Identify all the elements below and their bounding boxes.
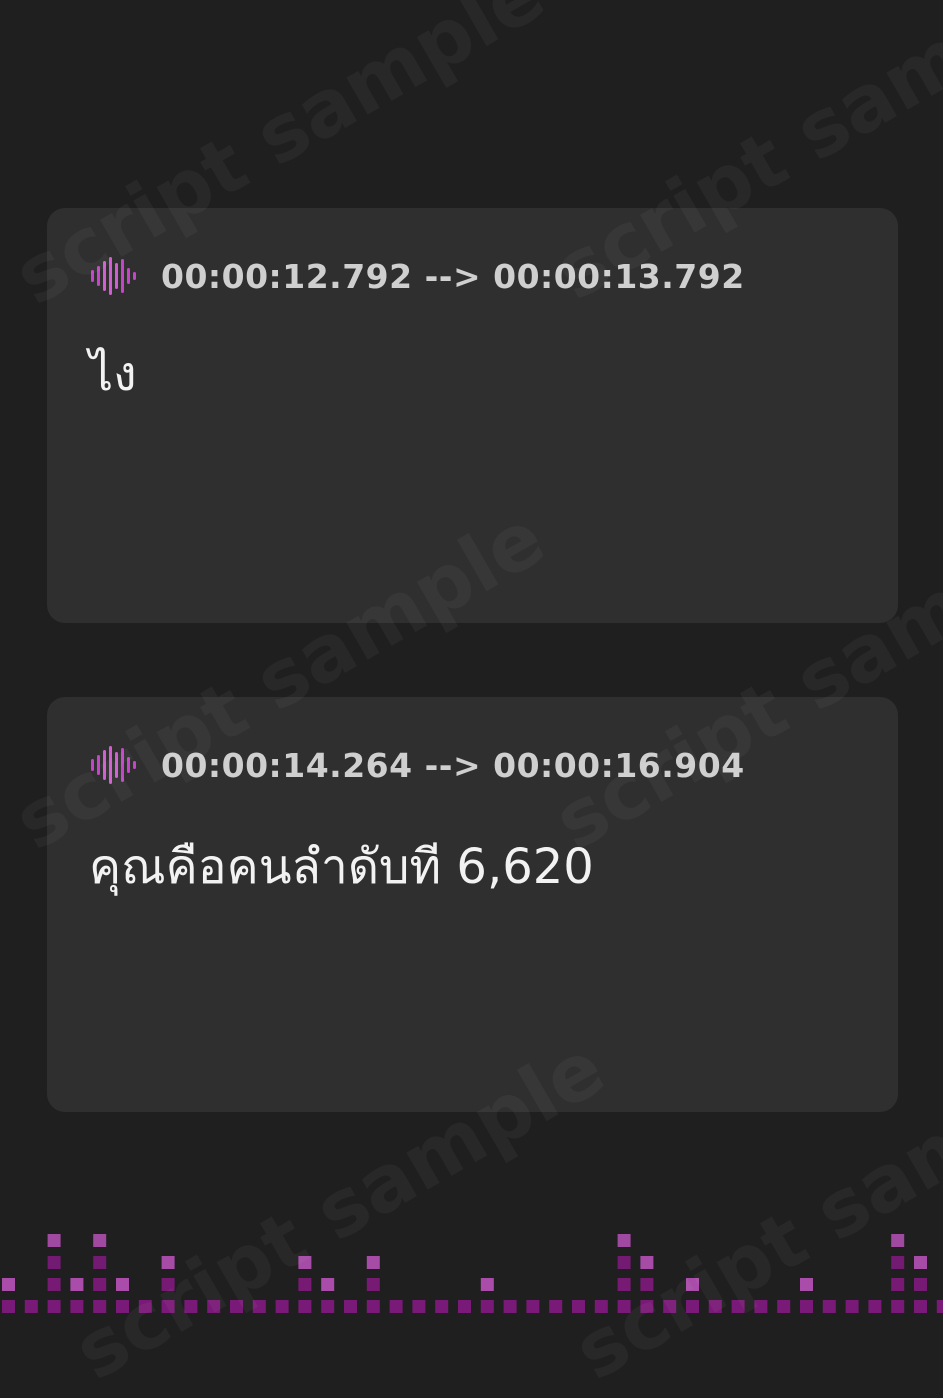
equalizer-cell [2,1278,15,1291]
equalizer-cell [617,1234,631,1247]
equalizer-cell [708,1300,722,1313]
equalizer-cell [480,1300,494,1313]
audio-wave-icon [91,746,136,784]
equalizer-cell [70,1300,84,1313]
equalizer-cell [47,1300,61,1313]
equalizer-cell [93,1300,107,1313]
equalizer-cell [93,1256,107,1269]
subtitle-cue-card[interactable]: 00:00:12.792 --> 00:00:13.792 ไง [47,208,898,623]
equalizer-cell [366,1256,380,1269]
equalizer-cell [914,1300,927,1313]
equalizer-cell [891,1234,905,1247]
cue-timestamp: 00:00:12.792 --> 00:00:13.792 [161,256,745,296]
equalizer-cell [47,1278,61,1291]
equalizer-cell [47,1256,61,1269]
equalizer-cell [161,1278,175,1291]
equalizer-cell [640,1256,654,1269]
equalizer-cell [24,1300,38,1313]
equalizer-cell [617,1278,631,1291]
cue-caption: คุณคือคนลำดับที 6,620 [89,839,594,895]
equalizer-cell [640,1278,654,1291]
equalizer-cell [458,1300,471,1313]
cue-header: 00:00:14.264 --> 00:00:16.904 [89,745,745,785]
equalizer-cell [138,1300,152,1313]
equalizer-cell [93,1234,107,1247]
equalizer-cell [936,1300,943,1313]
equalizer-cell [435,1300,449,1313]
equalizer-cell [321,1278,335,1291]
equalizer-cell [663,1300,677,1313]
equalizer-cell [207,1300,221,1313]
equalizer-cell [891,1256,905,1269]
equalizer-cell [116,1300,129,1313]
equalizer-cell [161,1300,175,1313]
equalizer-cell [686,1300,699,1313]
equalizer-bars-decoration [2,1234,943,1313]
equalizer-cell [686,1278,699,1291]
equalizer-cell [640,1300,654,1313]
equalizer-cell [298,1278,312,1291]
equalizer-cell [321,1300,335,1313]
equalizer-cell [298,1256,312,1269]
equalizer-cell [161,1256,175,1269]
equalizer-cell [777,1300,791,1313]
equalizer-cell [47,1234,61,1247]
equalizer-cell [252,1300,266,1313]
equalizer-cell [617,1300,631,1313]
equalizer-cell [116,1278,129,1291]
equalizer-cell [526,1300,540,1313]
equalizer-cell [800,1300,813,1313]
cue-header: 00:00:12.792 --> 00:00:13.792 [89,256,745,296]
cue-caption: ไง [89,346,137,402]
equalizer-cell [366,1300,380,1313]
equalizer-cell [845,1300,859,1313]
equalizer-cell [93,1278,107,1291]
equalizer-cell [731,1300,745,1313]
equalizer-cell [754,1300,768,1313]
equalizer-cell [480,1278,494,1291]
equalizer-cell [594,1300,608,1313]
audio-wave-icon [91,257,136,295]
equalizer-cell [891,1300,905,1313]
equalizer-cell [70,1278,84,1291]
equalizer-cell [503,1300,517,1313]
equalizer-cell [617,1256,631,1269]
equalizer-cell [914,1278,927,1291]
equalizer-cell [344,1300,357,1313]
equalizer-cell [914,1256,927,1269]
equalizer-cell [275,1300,289,1313]
equalizer-cell [389,1300,403,1313]
equalizer-cell [800,1278,813,1291]
equalizer-cell [572,1300,585,1313]
equalizer-cell [891,1278,905,1291]
equalizer-cell [366,1278,380,1291]
equalizer-cell [549,1300,563,1313]
cue-timestamp: 00:00:14.264 --> 00:00:16.904 [161,745,745,785]
equalizer-cell [230,1300,243,1313]
equalizer-cell [412,1300,426,1313]
equalizer-cell [2,1300,15,1313]
equalizer-cell [298,1300,312,1313]
equalizer-cell [184,1300,198,1313]
subtitle-cue-card[interactable]: 00:00:14.264 --> 00:00:16.904 คุณคือคนลำ… [47,697,898,1112]
equalizer-cell [822,1300,836,1313]
equalizer-cell [868,1300,882,1313]
